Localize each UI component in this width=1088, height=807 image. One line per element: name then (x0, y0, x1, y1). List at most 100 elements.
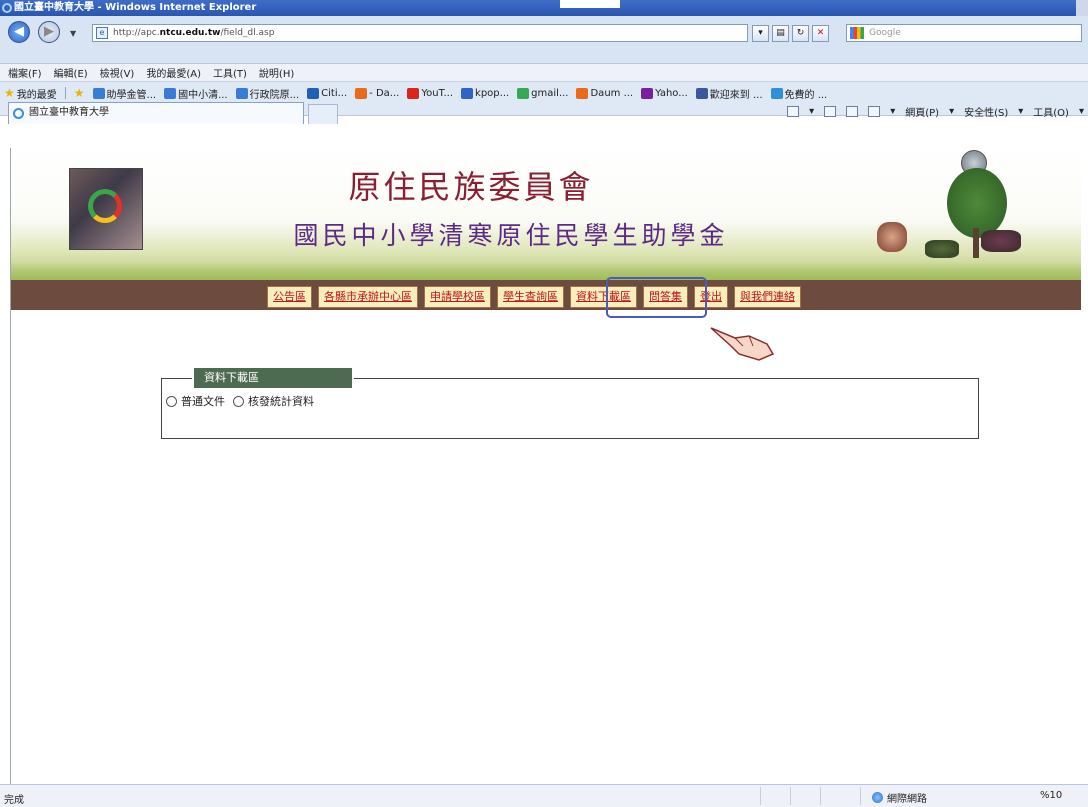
tools-menu[interactable]: 工具(O) (1033, 104, 1069, 119)
home-dropdown-icon[interactable]: ▾ (809, 106, 814, 117)
tab-ntcu[interactable]: 國立臺中教育大學 (8, 102, 304, 124)
favorite-item[interactable]: Daum ... (576, 86, 633, 100)
favorite-item[interactable]: Citi... (307, 86, 347, 100)
search-input[interactable]: Google (846, 24, 1082, 42)
favorites-button[interactable]: ★ 我的最愛 (4, 86, 57, 100)
mail-icon[interactable] (846, 106, 859, 117)
ie-logo-icon (2, 3, 12, 13)
menu-tools[interactable]: 工具(T) (213, 65, 247, 80)
menu-edit[interactable]: 編輯(E) (54, 65, 88, 80)
home-icon[interactable] (787, 106, 800, 117)
status-cell (790, 787, 791, 805)
window-edge (1076, 0, 1088, 16)
tree-trunk (973, 228, 979, 258)
favorite-item[interactable]: Yaho... (641, 86, 688, 100)
favorite-label: 助學金管... (106, 89, 157, 101)
tab-label: 國立臺中教育大學 (29, 107, 109, 118)
address-bar[interactable]: e http://apc.ntcu.edu.tw/field_dl.asp (92, 24, 748, 42)
compatibility-icon[interactable]: ▤ (772, 25, 789, 42)
menu-file[interactable]: 檔案(F) (8, 65, 42, 80)
favorite-label: 行政院原... (249, 89, 300, 101)
favorite-label: Daum ... (590, 87, 634, 99)
separator (64, 87, 66, 99)
refresh-icon[interactable]: ↻ (792, 25, 809, 42)
menu-view[interactable]: 檢視(V) (100, 65, 135, 80)
favorite-label: - Da... (369, 87, 400, 99)
status-cell (820, 787, 821, 805)
zoom-level[interactable]: %10 (1040, 790, 1062, 801)
stop-icon[interactable]: ✕ (812, 25, 829, 42)
site-title: 原住民族委員會 (348, 168, 594, 206)
nav-student-query[interactable]: 學生查詢區 (497, 286, 564, 308)
status-bar: 完成 網際網路 %10 (0, 784, 1088, 807)
tools-dropdown-icon[interactable]: ▾ (1079, 106, 1084, 117)
favorite-label: kpop... (475, 87, 510, 99)
favorite-item[interactable]: 助學金管... (92, 86, 157, 101)
radio-statistics[interactable] (233, 395, 244, 407)
site-nav-bar: 公告區 各縣市承辦中心區 申請學校區 學生查詢區 資料下載區 問答集 登出 與我… (11, 280, 1081, 310)
favorites-label: 我的最愛 (16, 89, 57, 101)
kpop-icon (461, 87, 474, 99)
ie-page-icon (92, 87, 105, 99)
menu-help[interactable]: 說明(H) (259, 65, 294, 80)
section-legend: 資料下載區 (194, 368, 352, 388)
status-cell (860, 787, 861, 805)
page-viewport: 原住民族委員會 國民中小學清寒原住民學生助學金 公告區 各縣市承辦中心區 申請學… (10, 148, 1084, 784)
favorite-label: YouT... (421, 87, 454, 99)
print-dropdown-icon[interactable]: ▾ (890, 106, 895, 117)
page-dropdown-icon[interactable]: ▾ (949, 106, 954, 117)
favorite-item[interactable]: kpop... (461, 86, 509, 100)
status-text: 完成 (4, 795, 24, 806)
url-path: /field_dl.asp (220, 28, 275, 38)
favorite-item[interactable]: 歡迎來到 ... (695, 86, 763, 101)
favorite-item[interactable]: 國中小清... (164, 86, 228, 100)
favorite-item[interactable]: - Da... (355, 86, 399, 100)
site-subtitle: 國民中小學清寒原住民學生助學金 (293, 221, 729, 250)
council-logo (69, 168, 143, 250)
scan-mark (560, 0, 620, 8)
hotmail-icon (770, 87, 783, 99)
forward-button[interactable]: ▶ (38, 21, 60, 43)
favorite-label: 國中小清... (178, 89, 228, 101)
favorite-item[interactable]: 行政院原... (235, 86, 300, 101)
yahoo-icon (641, 87, 654, 99)
radio-general-docs[interactable] (166, 395, 177, 407)
group-photo (981, 230, 1021, 252)
status-cell (760, 787, 761, 805)
globe-icon (872, 792, 883, 803)
safety-dropdown-icon[interactable]: ▾ (1018, 106, 1023, 117)
command-bar: ▾ ▾ 網頁(P) ▾ 安全性(S) ▾ 工具(O) ▾ (787, 104, 1084, 119)
address-toolbar: ◀ ▶ ▼ e http://apc.ntcu.edu.tw/field_dl.… (0, 16, 1088, 64)
window-title-bar: 國立臺中教育大學 - Windows Internet Explorer (0, 0, 1088, 16)
site-nav-items: 公告區 各縣市承辦中心區 申請學校區 學生查詢區 資料下載區 問答集 登出 與我… (267, 286, 801, 308)
favorite-item[interactable]: YouT... (407, 86, 453, 100)
new-tab-button[interactable] (308, 104, 338, 124)
print-icon[interactable] (868, 106, 881, 117)
menu-favorites[interactable]: 我的最愛(A) (146, 65, 201, 80)
feeds-icon[interactable] (824, 106, 837, 117)
security-zone[interactable]: 網際網路 (872, 790, 927, 805)
add-favorite-icon[interactable]: ★ (74, 86, 85, 100)
address-dropdown-button[interactable]: ▾ (752, 25, 769, 42)
favorite-item[interactable]: 免費的 ... (770, 86, 827, 100)
nav-county-centers[interactable]: 各縣市承辦中心區 (318, 286, 418, 308)
safety-menu[interactable]: 安全性(S) (964, 104, 1008, 119)
nav-contact[interactable]: 與我們連絡 (734, 286, 801, 308)
favorite-label: 歡迎來到 ... (709, 89, 763, 101)
nav-announcements[interactable]: 公告區 (267, 286, 312, 308)
zone-label: 網際網路 (887, 794, 927, 805)
ie-tab-icon (13, 108, 24, 119)
url-prefix: http://apc. (113, 28, 160, 38)
favorite-item[interactable]: gmail... (517, 86, 568, 100)
favorites-bar: ★ 我的最愛 ★ 助學金管... 國中小清... 行政院原... Citi... - D… (0, 86, 1088, 100)
url-domain: ntcu.edu.tw (159, 28, 221, 38)
page-menu[interactable]: 網頁(P) (905, 104, 939, 119)
nav-apply-school[interactable]: 申請學校區 (424, 286, 491, 308)
radio-label-statistics: 核發統計資料 (248, 395, 314, 408)
menu-bar: 檔案(F) 編輯(E) 檢視(V) 我的最愛(A) 工具(T) 說明(H) (0, 64, 1088, 82)
recent-pages-dropdown[interactable]: ▼ (70, 29, 76, 38)
people-photo (877, 222, 907, 252)
back-button[interactable]: ◀ (8, 21, 30, 43)
gmail-icon (517, 87, 530, 99)
banner-photo-collage (851, 148, 1031, 280)
